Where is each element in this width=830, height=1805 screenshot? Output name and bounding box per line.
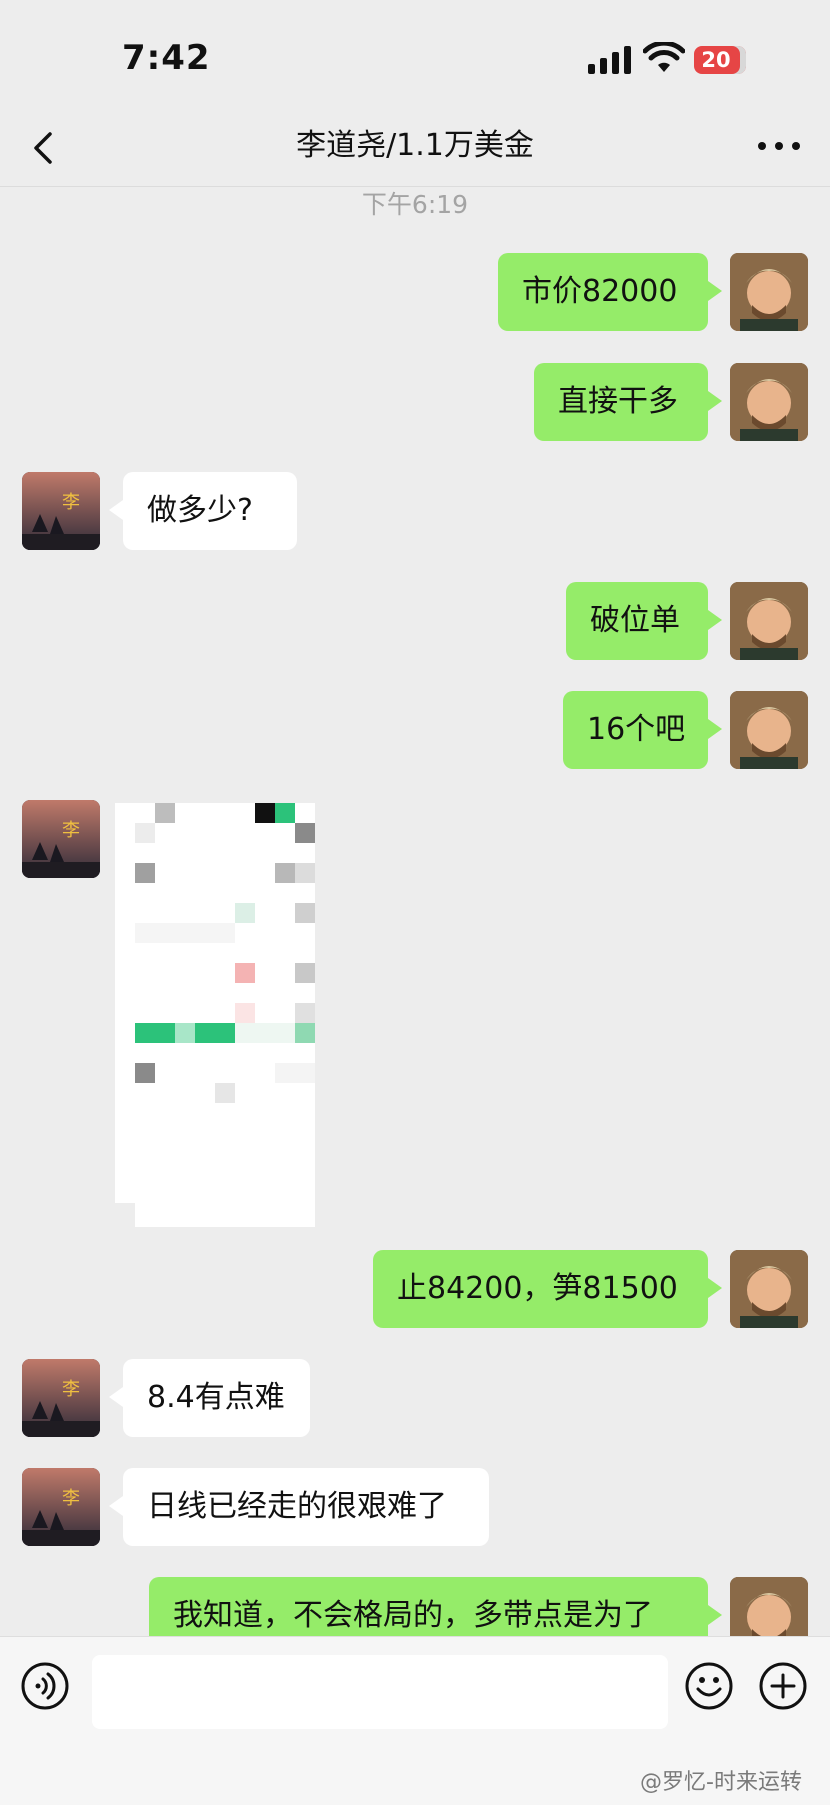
self-avatar[interactable]: [730, 363, 808, 441]
svg-text:李: 李: [62, 1488, 80, 1509]
blurred-pixel: [295, 863, 315, 883]
blurred-pixel: [135, 1063, 155, 1083]
message-bubble-self[interactable]: 市价82000: [498, 253, 722, 331]
blurred-pixel: [175, 1023, 195, 1043]
message-bubble-other[interactable]: 做多少?: [109, 472, 297, 550]
blurred-pixel: [275, 803, 295, 823]
plus-icon[interactable]: [758, 1661, 808, 1711]
emoji-icon[interactable]: [684, 1661, 734, 1711]
svg-text:李: 李: [62, 820, 80, 841]
blurred-pixel: [295, 1023, 315, 1043]
message-timestamp: 下午6:19: [361, 190, 469, 219]
blurred-pixel: [135, 823, 155, 843]
blurred-pixel: [215, 1083, 235, 1103]
self-avatar[interactable]: [730, 582, 808, 660]
blurred-pixel: [295, 823, 315, 843]
contact-avatar[interactable]: 李: [22, 800, 100, 878]
message-input[interactable]: [92, 1655, 668, 1729]
blurred-pixel: [235, 1003, 255, 1023]
blurred-pixel: [155, 803, 175, 823]
blurred-pixel: [275, 863, 295, 883]
voice-icon[interactable]: [20, 1661, 70, 1711]
message-bubble-self[interactable]: 止84200，笋81500: [373, 1250, 722, 1328]
blurred-pixel: [255, 803, 275, 823]
blurred-pixel: [235, 1023, 295, 1043]
contact-avatar[interactable]: 李: [22, 472, 100, 550]
blurred-pixel: [135, 1023, 175, 1043]
contact-avatar[interactable]: 李: [22, 1468, 100, 1546]
wifi-icon: [643, 42, 685, 72]
blurred-pixel: [295, 963, 315, 983]
self-avatar[interactable]: [730, 1250, 808, 1328]
blurred-pixel: [135, 863, 155, 883]
message-bubble-self[interactable]: 直接干多: [534, 363, 722, 441]
battery-level: 20: [701, 48, 731, 72]
message-bubble-other[interactable]: 日线已经走的很艰难了: [109, 1468, 489, 1546]
svg-text:李: 李: [62, 1379, 80, 1400]
blurred-pixel: [295, 1003, 315, 1023]
svg-text:李: 李: [62, 492, 80, 513]
status-bar: 7:42 20: [0, 0, 830, 110]
blurred-pixel: [135, 923, 235, 943]
cellular-signal-icon: [588, 46, 631, 74]
blurred-pixel: [295, 903, 315, 923]
blurred-pixel: [235, 963, 255, 983]
blurred-pixel: [195, 1023, 235, 1043]
message-bubble-self[interactable]: 破位单: [566, 582, 722, 660]
chat-title: 李道尧/1.1万美金: [296, 128, 534, 163]
contact-avatar[interactable]: 李: [22, 1359, 100, 1437]
message-bubble-self[interactable]: 16个吧: [563, 691, 722, 769]
watermark: @罗忆-时来运转: [640, 1770, 802, 1795]
battery-icon: 20: [694, 46, 746, 74]
self-avatar[interactable]: [730, 691, 808, 769]
blurred-pixel: [275, 1063, 315, 1083]
more-dots-icon[interactable]: [756, 134, 802, 158]
blurred-pixel: [235, 903, 255, 923]
self-avatar[interactable]: [730, 253, 808, 331]
image-message[interactable]: [115, 803, 315, 1227]
chat-header: 李道尧/1.1万美金: [0, 110, 830, 187]
blurred-pixel: [115, 1203, 135, 1227]
status-time: 7:42: [122, 38, 211, 78]
message-bubble-other[interactable]: 8.4有点难: [109, 1359, 310, 1437]
